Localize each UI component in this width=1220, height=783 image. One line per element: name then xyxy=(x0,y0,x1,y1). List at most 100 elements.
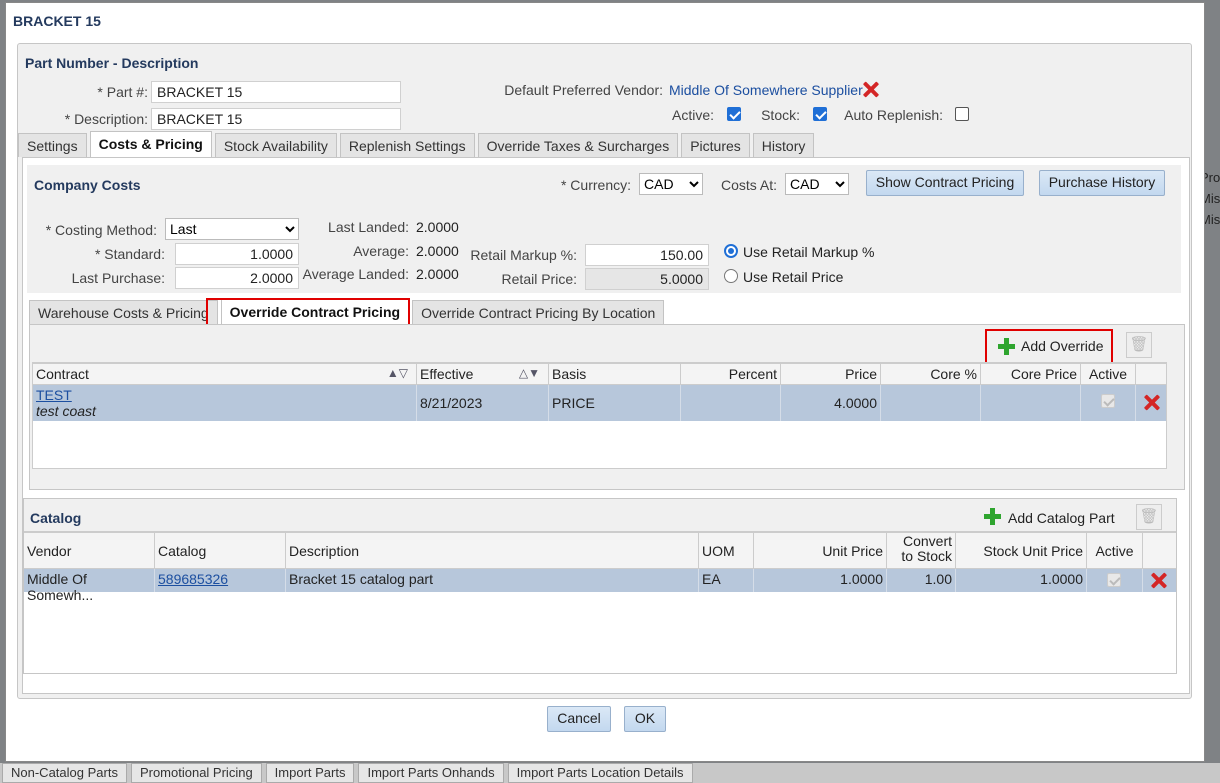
col-convert-to-stock[interactable]: Convert to Stock xyxy=(887,533,956,568)
purchase-history-button[interactable]: Purchase History xyxy=(1039,170,1165,196)
subtab-warehouse-costs[interactable]: Warehouse Costs & Pricing xyxy=(29,300,218,324)
tab-history[interactable]: History xyxy=(752,133,815,157)
contract-link[interactable]: TEST xyxy=(36,387,413,403)
cell-contract: TEST test coast xyxy=(33,385,417,421)
subtab-override-by-location[interactable]: Override Contract Pricing By Location xyxy=(412,300,665,324)
col-active[interactable]: Active xyxy=(1081,364,1136,384)
bg-tab-import-parts[interactable]: Import Parts xyxy=(265,763,355,783)
col-effective[interactable]: Effective △▼ xyxy=(417,364,549,384)
cell-active xyxy=(1087,569,1143,592)
col-unit-price[interactable]: Unit Price xyxy=(754,533,887,568)
tab-replenish-settings[interactable]: Replenish Settings xyxy=(339,133,475,157)
override-section: Add Override 🗑 Contract ▲▽ Effective △▼ … xyxy=(29,324,1185,490)
last-purchase-label: Last Purchase: xyxy=(71,270,165,286)
col-core-price[interactable]: Core Price xyxy=(981,364,1081,384)
add-icon xyxy=(984,508,1001,525)
tab-stock-availability[interactable]: Stock Availability xyxy=(214,133,337,157)
standard-input[interactable]: 1.0000 xyxy=(175,243,299,265)
tab-settings[interactable]: Settings xyxy=(18,133,87,157)
description-label: * Description: xyxy=(64,111,148,127)
auto-replenish-checkbox[interactable] xyxy=(955,107,969,121)
trash-icon[interactable]: 🗑 xyxy=(1126,332,1152,358)
cell-catalog: 589685326 xyxy=(155,569,286,592)
last-purchase-input[interactable]: 2.0000 xyxy=(175,267,299,289)
catalog-title: Catalog xyxy=(30,510,82,526)
col-label: Effective xyxy=(420,366,474,382)
last-landed-value: 2.0000 xyxy=(416,219,459,235)
col-contract[interactable]: Contract ▲▽ xyxy=(33,364,417,384)
cell-price: 4.0000 xyxy=(781,385,881,421)
use-retail-markup-label: Use Retail Markup % xyxy=(743,244,875,260)
cell-basis: PRICE xyxy=(549,385,681,421)
bg-tab-promotional[interactable]: Promotional Pricing xyxy=(130,763,262,783)
tab-override-taxes[interactable]: Override Taxes & Surcharges xyxy=(477,133,679,157)
col-basis[interactable]: Basis xyxy=(549,364,681,384)
retail-price-label: Retail Price: xyxy=(501,271,577,287)
col-uom[interactable]: UOM xyxy=(699,533,754,568)
ok-button[interactable]: OK xyxy=(624,706,666,732)
catalog-link[interactable]: 589685326 xyxy=(158,571,228,587)
average-landed-value: 2.0000 xyxy=(416,266,459,282)
catalog-grid: Vendor Catalog Description UOM Unit Pric… xyxy=(24,531,1176,673)
table-row[interactable]: Middle Of Somewh... 589685326 Bracket 15… xyxy=(24,569,1176,603)
tab-pictures[interactable]: Pictures xyxy=(681,133,750,157)
col-core-pct[interactable]: Core % xyxy=(881,364,981,384)
bg-tab-non-catalog[interactable]: Non-Catalog Parts xyxy=(2,763,127,783)
auto-replenish-label: Auto Replenish: xyxy=(844,107,943,123)
cell-core-pct xyxy=(881,385,981,421)
table-row[interactable]: TEST test coast 8/21/2023 PRICE 4.0000 xyxy=(33,385,1166,421)
col-vendor[interactable]: Vendor xyxy=(24,533,155,568)
use-retail-markup-radio[interactable] xyxy=(724,244,738,258)
section-title: Part Number - Description xyxy=(25,55,199,71)
average-value: 2.0000 xyxy=(416,243,459,259)
stock-checkbox[interactable] xyxy=(813,107,827,121)
row-active-checkbox xyxy=(1101,394,1115,408)
use-retail-price-label: Use Retail Price xyxy=(743,269,844,285)
active-checkbox[interactable] xyxy=(727,107,741,121)
cell-convert: 1.00 xyxy=(887,569,956,592)
cancel-button[interactable]: Cancel xyxy=(547,706,611,732)
col-label: Contract xyxy=(36,366,89,382)
delete-row-icon[interactable] xyxy=(1143,394,1159,410)
add-icon xyxy=(998,338,1015,355)
add-override-button[interactable]: Add Override xyxy=(1021,338,1103,354)
main-tabs: Settings Costs & Pricing Stock Availabil… xyxy=(18,131,815,158)
col-stock-unit-price[interactable]: Stock Unit Price xyxy=(956,533,1087,568)
vendor-link[interactable]: Middle Of Somewhere Supplier xyxy=(669,82,863,98)
col-description[interactable]: Description xyxy=(286,533,699,568)
vendor-label: Default Preferred Vendor: xyxy=(504,82,663,98)
cell-unit-price: 1.0000 xyxy=(754,569,887,592)
costing-method-select[interactable]: Last xyxy=(165,218,299,240)
row-active-checkbox xyxy=(1107,573,1121,587)
bg-tab-import-onhands[interactable]: Import Parts Onhands xyxy=(358,763,504,783)
part-dialog: BRACKET 15 Part Number - Description * P… xyxy=(5,2,1205,762)
description-input[interactable]: BRACKET 15 xyxy=(151,108,401,130)
delete-row-icon[interactable] xyxy=(1150,572,1166,588)
costs-at-select[interactable]: CAD xyxy=(785,173,849,195)
currency-select[interactable]: CAD xyxy=(639,173,703,195)
col-catalog[interactable]: Catalog xyxy=(155,533,286,568)
remove-vendor-icon[interactable] xyxy=(862,81,878,97)
sort-icon[interactable]: △▼ xyxy=(519,366,540,380)
col-percent[interactable]: Percent xyxy=(681,364,781,384)
tab-costs-pricing[interactable]: Costs & Pricing xyxy=(89,131,212,158)
use-retail-price-radio[interactable] xyxy=(724,269,738,283)
cell-stock-unit-price: 1.0000 xyxy=(956,569,1087,592)
add-catalog-part-button[interactable]: Add Catalog Part xyxy=(1008,510,1115,526)
cell-vendor: Middle Of Somewh... xyxy=(24,569,155,603)
sort-icon[interactable]: ▲▽ xyxy=(387,366,408,380)
catalog-grid-header: Vendor Catalog Description UOM Unit Pric… xyxy=(24,532,1176,569)
dialog-title: BRACKET 15 xyxy=(13,13,101,29)
part-number-input[interactable]: BRACKET 15 xyxy=(151,81,401,103)
show-contract-pricing-button[interactable]: Show Contract Pricing xyxy=(866,170,1024,196)
col-price[interactable]: Price xyxy=(781,364,881,384)
retail-markup-input[interactable]: 150.00 xyxy=(585,244,709,266)
company-costs-section: Company Costs * Currency: CAD Costs At: … xyxy=(27,165,1181,293)
trash-icon[interactable]: 🗑 xyxy=(1136,504,1162,530)
standard-label: * Standard: xyxy=(94,246,165,262)
bg-tab-import-location[interactable]: Import Parts Location Details xyxy=(507,763,693,783)
last-landed-label: Last Landed: xyxy=(328,219,409,235)
company-costs-title: Company Costs xyxy=(34,177,141,193)
col-active[interactable]: Active xyxy=(1087,533,1143,568)
costs-pricing-content: Company Costs * Currency: CAD Costs At: … xyxy=(22,157,1190,694)
